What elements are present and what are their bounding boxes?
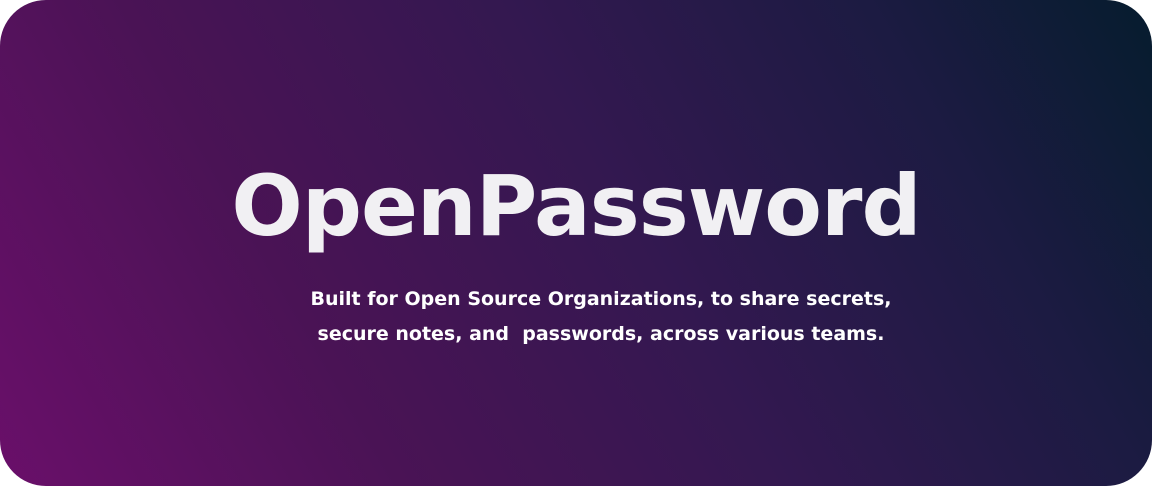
page-title: OpenPassword: [231, 157, 921, 255]
tagline-line-2: secure notes, and passwords, across vari…: [317, 323, 885, 345]
hero-banner: OpenPassword Built for Open Source Organ…: [0, 0, 1152, 486]
tagline: Built for Open Source Organizations, to …: [0, 282, 1152, 352]
tagline-line-1: Built for Open Source Organizations, to …: [310, 288, 892, 310]
